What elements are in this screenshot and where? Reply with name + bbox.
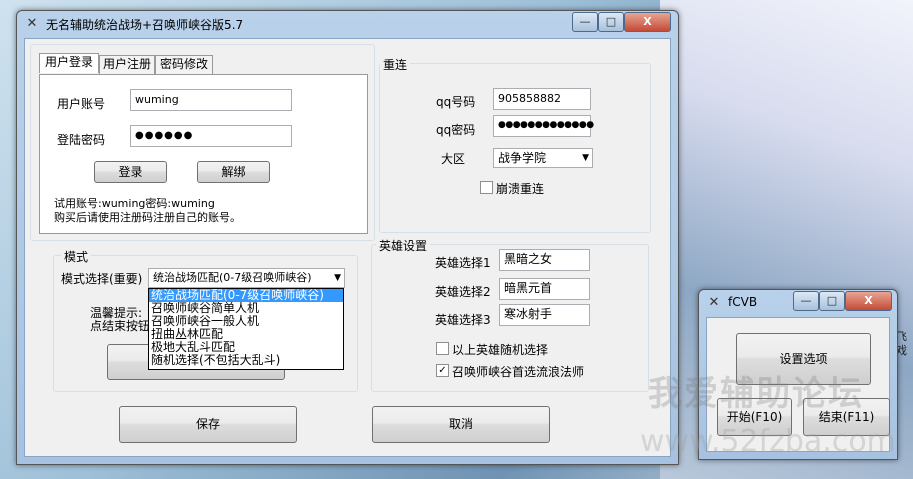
random-hero-checkbox[interactable] — [436, 342, 449, 355]
qq-password-input[interactable]: ●●●●●●●●●●●●● — [493, 115, 594, 137]
hero-pick-1-label: 英雄选择1 — [435, 256, 491, 270]
fcvb-titlebar[interactable]: ✕ fCVB — □ X — [699, 290, 897, 316]
password-label: 登陆密码 — [57, 133, 106, 147]
mode-dropdown-list: 统治战场匹配(0-7级召唤师峡谷) 召唤师峡谷简单人机 召唤师峡谷一般人机 扭曲… — [148, 288, 344, 370]
tab-login[interactable]: 用户登录 — [39, 53, 99, 73]
hero-pick-3-label: 英雄选择3 — [435, 313, 491, 327]
maximize-button[interactable]: □ — [598, 12, 624, 32]
mode-select[interactable]: 统治战场匹配(0-7级召唤师峡谷) ▼ — [148, 268, 345, 288]
qq-number-label: qq号码 — [436, 95, 476, 109]
flow-mage-checkbox[interactable]: ✓ — [436, 364, 449, 377]
hero-pick-2-label: 英雄选择2 — [435, 285, 491, 299]
mode-group-title: 模式 — [61, 248, 92, 265]
app-icon: ✕ — [708, 295, 720, 310]
forum-watermark: 我爱辅助论坛 — [648, 374, 864, 414]
forum-url-watermark: www.52fzba.com — [640, 424, 896, 459]
window-title: 无名辅助统治战场+召唤师峡谷版5.7 — [46, 18, 244, 32]
tip-text: 点结束按钮 — [90, 319, 151, 333]
crash-reconnect-checkbox[interactable] — [480, 181, 493, 194]
chevron-down-icon: ▼ — [582, 153, 589, 163]
main-titlebar[interactable]: ✕ 无名辅助统治战场+召唤师峡谷版5.7 — □ X — [17, 11, 678, 37]
fcvb-close-button[interactable]: X — [845, 291, 892, 311]
mode-option-4[interactable]: 扭曲丛林匹配 — [149, 328, 343, 341]
flow-mage-label: 召唤师峡谷首选流浪法师 — [452, 365, 585, 379]
mode-option-3[interactable]: 召唤师峡谷一般人机 — [149, 315, 343, 328]
tab-change-password[interactable]: 密码修改 — [155, 55, 213, 74]
fcvb-minimize-button[interactable]: — — [793, 291, 819, 311]
crash-reconnect-label: 崩溃重连 — [496, 182, 545, 196]
mode-option-1[interactable]: 统治战场匹配(0-7级召唤师峡谷) — [149, 289, 343, 302]
mode-select-label: 模式选择(重要) — [61, 272, 143, 286]
unbind-button[interactable]: 解绑 — [197, 161, 270, 183]
hero-pick-2-input[interactable]: 暗黑元首 — [499, 278, 590, 300]
fcvb-title: fCVB — [728, 295, 758, 309]
mode-option-2[interactable]: 召唤师峡谷简单人机 — [149, 302, 343, 315]
fcvb-maximize-button[interactable]: □ — [819, 291, 845, 311]
hero-group-title: 英雄设置 — [376, 237, 431, 254]
main-client-area: 用户登录 用户注册 密码修改 用户账号 wuming 登陆密码 ●●●●●● 登… — [24, 38, 671, 457]
hero-pick-3-input[interactable]: 寒冰射手 — [499, 304, 590, 326]
account-label: 用户账号 — [57, 97, 106, 111]
tab-register[interactable]: 用户注册 — [99, 55, 155, 74]
purchase-tip-text: 购买后请使用注册码注册自己的账号。 — [54, 211, 241, 224]
region-select[interactable]: 战争学院 ▼ — [493, 148, 593, 168]
reconnect-group-title: 重连 — [380, 56, 411, 73]
main-window: ✕ 无名辅助统治战场+召唤师峡谷版5.7 — □ X 用户登录 用户注册 密码修… — [16, 10, 679, 465]
close-button[interactable]: X — [624, 12, 671, 32]
region-selected-value: 战争学院 — [498, 151, 547, 165]
app-icon: ✕ — [26, 16, 38, 31]
password-input[interactable]: ●●●●●● — [130, 125, 292, 147]
cancel-button[interactable]: 取消 — [372, 406, 550, 443]
qq-password-label: qq密码 — [436, 123, 476, 137]
login-button[interactable]: 登录 — [94, 161, 167, 183]
qq-number-input[interactable]: 905858882 — [493, 88, 591, 110]
account-input[interactable]: wuming — [130, 89, 292, 111]
hero-pick-1-input[interactable]: 黑暗之女 — [499, 249, 590, 271]
mode-option-5[interactable]: 极地大乱斗匹配 — [149, 341, 343, 354]
random-hero-label: 以上英雄随机选择 — [452, 343, 549, 357]
chevron-down-icon: ▼ — [334, 273, 341, 283]
mode-option-6[interactable]: 随机选择(不包括大乱斗) — [149, 354, 343, 367]
region-label: 大区 — [441, 152, 466, 166]
minimize-button[interactable]: — — [572, 12, 598, 32]
mode-selected-value: 统治战场匹配(0-7级召唤师峡谷) — [153, 271, 312, 284]
save-button[interactable]: 保存 — [119, 406, 297, 443]
login-tab-panel: 用户账号 wuming 登陆密码 ●●●●●● 登录 解绑 试用账号:wumin… — [39, 74, 368, 234]
